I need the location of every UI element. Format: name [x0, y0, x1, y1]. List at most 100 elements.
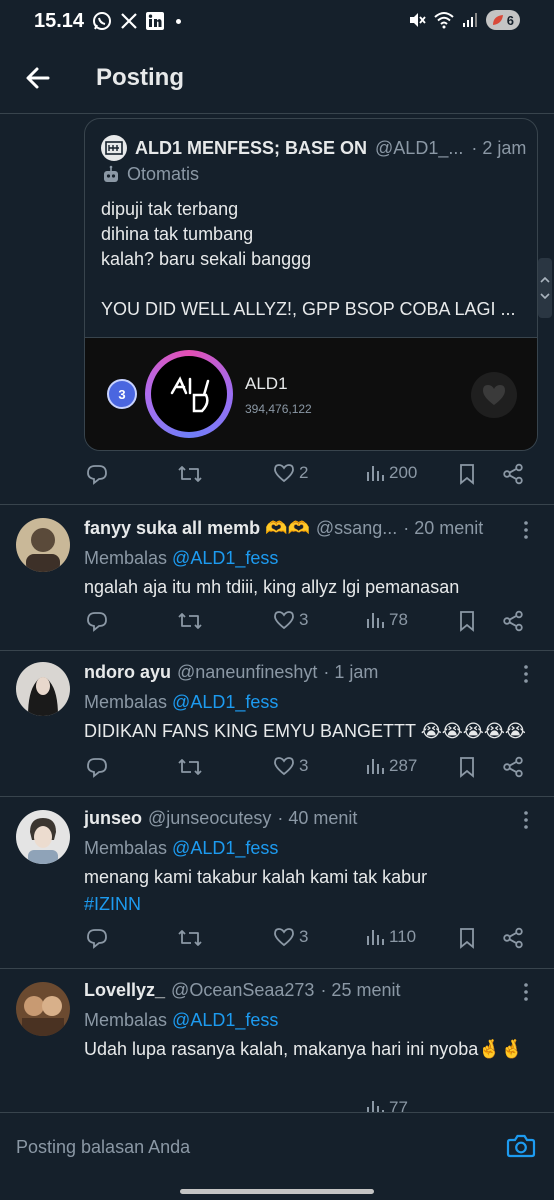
reply-button[interactable]	[86, 463, 108, 485]
share-icon	[503, 463, 523, 485]
share-icon	[503, 927, 523, 949]
reply-button[interactable]	[86, 927, 108, 949]
view-count: 78	[389, 610, 408, 629]
avatar[interactable]	[16, 810, 70, 864]
quoted-author-handle[interactable]: @ALD1_...	[375, 138, 463, 159]
battery-level: 6	[506, 12, 514, 28]
x-icon	[121, 13, 137, 29]
reply-text-line: menang kami takabur kalah kami tak kabur	[84, 867, 428, 887]
avatar[interactable]	[16, 518, 70, 572]
like-button[interactable]: 3	[273, 927, 308, 947]
reply-header: ndoro ayu @naneunfineshyt · 1 jam	[84, 662, 378, 683]
repost-button[interactable]	[177, 463, 203, 485]
robot-icon	[104, 165, 118, 182]
author-name[interactable]: fanyy suka all memb 🫶🫶	[84, 518, 310, 539]
author-name[interactable]: junseo	[84, 808, 142, 829]
more-options-button[interactable]	[520, 520, 532, 540]
replying-to-handle[interactable]: @ALD1_fess	[172, 1010, 278, 1030]
reply-button[interactable]	[86, 756, 108, 778]
bookmark-icon	[460, 928, 474, 949]
post-time: · 20 menit	[403, 518, 484, 538]
bookmark-icon	[460, 757, 474, 778]
heart-outline-icon	[274, 928, 294, 947]
share-button[interactable]	[502, 756, 524, 778]
views-button[interactable]: 287	[365, 756, 417, 776]
more-vertical-icon	[524, 983, 528, 1001]
back-button[interactable]	[24, 64, 52, 92]
reply-input[interactable]: Posting balasan Anda	[16, 1137, 190, 1158]
repost-button[interactable]	[177, 927, 203, 949]
post-action-bar: 2 200	[84, 463, 528, 493]
replying-to-handle[interactable]: @ALD1_fess	[172, 692, 278, 712]
bookmark-button[interactable]	[458, 756, 476, 778]
scroll-handle[interactable]	[538, 258, 552, 318]
bookmark-icon	[460, 464, 474, 485]
hashtag-link[interactable]: #IZINN	[84, 891, 534, 918]
more-options-button[interactable]	[520, 810, 532, 830]
author-name[interactable]: Lovellyz_	[84, 980, 165, 1001]
like-count: 2	[299, 463, 309, 482]
bookmark-button[interactable]	[458, 463, 476, 485]
share-icon	[503, 610, 523, 632]
ald1-signature-logo	[170, 376, 210, 413]
like-count: 3	[299, 927, 309, 946]
home-indicator[interactable]	[180, 1189, 374, 1194]
reply-text: Udah lupa rasanya kalah, makanya hari in…	[84, 1039, 524, 1059]
reply-composer: Posting balasan Anda	[0, 1112, 554, 1200]
share-button[interactable]	[502, 463, 524, 485]
avatar-image	[16, 518, 70, 572]
author-handle[interactable]: @naneunfineshyt	[177, 662, 317, 683]
leaf-icon	[492, 15, 503, 25]
views-button[interactable]: 200	[365, 463, 417, 483]
mute-icon	[409, 13, 426, 27]
stats-card[interactable]: 3 ALD1 394,476,122	[85, 337, 537, 450]
like-count: 3	[299, 756, 309, 775]
top-app-bar: Posting	[0, 44, 554, 114]
share-button[interactable]	[502, 927, 524, 949]
quoted-author-avatar[interactable]	[101, 135, 127, 161]
author-handle[interactable]: @OceanSeaa273	[171, 980, 314, 1001]
rank-badge: 3	[107, 379, 137, 409]
quoted-post-text: dipuji tak terbang dihina tak tumbang ka…	[101, 199, 516, 319]
automated-label: Otomatis	[101, 164, 199, 185]
post-time: · 1 jam	[323, 662, 379, 682]
views-button[interactable]: 78	[365, 610, 408, 630]
repost-icon	[178, 466, 202, 482]
more-options-button[interactable]	[520, 982, 532, 1002]
share-button[interactable]	[502, 610, 524, 632]
camera-button[interactable]	[506, 1133, 536, 1159]
quoted-post[interactable]: ALD1 MENFESS; BASE ON @ALD1_... · 2 jam …	[84, 118, 538, 451]
avatar[interactable]	[16, 982, 70, 1036]
repost-button[interactable]	[177, 756, 203, 778]
reply-button[interactable]	[86, 610, 108, 632]
view-count: 110	[389, 927, 417, 946]
post-time: · 40 menit	[277, 808, 358, 828]
bookmark-button[interactable]	[458, 610, 476, 632]
author-name[interactable]: ndoro ayu	[84, 662, 171, 683]
more-options-button[interactable]	[520, 664, 532, 684]
avatar[interactable]	[16, 662, 70, 716]
like-button[interactable]: 3	[273, 610, 308, 630]
replying-to-handle[interactable]: @ALD1_fess	[172, 838, 278, 858]
like-button[interactable]: 2	[273, 463, 308, 483]
card-like-button[interactable]	[471, 372, 517, 418]
like-button[interactable]: 3	[273, 756, 308, 776]
views-button[interactable]: 110	[365, 927, 416, 947]
post-time: · 25 menit	[320, 980, 401, 1000]
share-icon	[503, 756, 523, 778]
reply-text: menang kami takabur kalah kami tak kabur…	[84, 864, 534, 918]
avatar-image	[16, 982, 70, 1036]
replying-to-handle[interactable]: @ALD1_fess	[172, 548, 278, 568]
bookmark-button[interactable]	[458, 927, 476, 949]
repost-icon	[178, 613, 202, 629]
author-handle[interactable]: @junseocutesy	[148, 808, 271, 829]
post-action-bar: 3 78	[84, 610, 528, 640]
divider	[0, 796, 554, 797]
analytics-icon	[367, 613, 384, 628]
quoted-author-name[interactable]: ALD1 MENFESS; BASE ON	[135, 138, 367, 159]
comment-icon	[87, 929, 107, 949]
battery-indicator: 6	[485, 10, 520, 30]
repost-button[interactable]	[177, 610, 203, 632]
whatsapp-icon	[93, 12, 111, 30]
author-handle[interactable]: @ssang...	[316, 518, 397, 539]
